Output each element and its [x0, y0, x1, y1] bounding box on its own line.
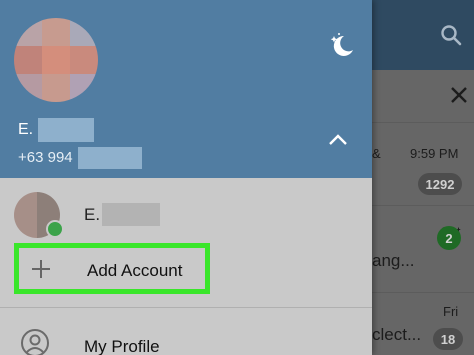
drawer-header: E. +63 994	[0, 0, 372, 178]
plus-icon	[32, 260, 50, 278]
chat-day: Fri	[443, 304, 459, 319]
close-icon[interactable]	[448, 84, 470, 106]
chevron-up-icon[interactable]	[326, 130, 350, 148]
menu-item-my-profile[interactable]: My Profile	[0, 318, 372, 355]
divider	[372, 122, 474, 123]
divider	[372, 205, 474, 206]
user-phone: +63 994	[18, 149, 73, 166]
active-account-indicator	[46, 220, 64, 238]
divider	[372, 292, 474, 293]
person-circle-icon	[21, 329, 49, 355]
night-mode-icon[interactable]	[326, 30, 356, 60]
avatar[interactable]	[14, 18, 98, 102]
unread-badge: 18	[433, 328, 463, 350]
account-item[interactable]: E.	[0, 178, 372, 242]
account-name: E.	[84, 205, 101, 224]
navigation-drawer: E. +63 994 E. Add Account My Profile	[0, 0, 372, 355]
chat-list	[372, 70, 474, 355]
chat-snippet: ang...	[372, 251, 415, 270]
menu-item-label: My Profile	[84, 337, 160, 355]
unread-badge: 2	[437, 226, 461, 250]
add-account-button[interactable]: Add Account	[14, 243, 210, 294]
divider	[0, 307, 372, 308]
chat-snippet: clect...	[372, 325, 422, 344]
unread-badge: 1292	[418, 173, 462, 195]
chat-time: 9:59 PM	[410, 146, 459, 161]
search-icon[interactable]	[440, 24, 462, 46]
chat-status-mark: &	[372, 146, 381, 161]
redacted-name	[38, 118, 94, 142]
redacted-account-name	[102, 203, 160, 226]
redacted-phone	[78, 147, 142, 169]
user-name: E.	[18, 121, 34, 138]
add-account-label: Add Account	[87, 261, 183, 280]
